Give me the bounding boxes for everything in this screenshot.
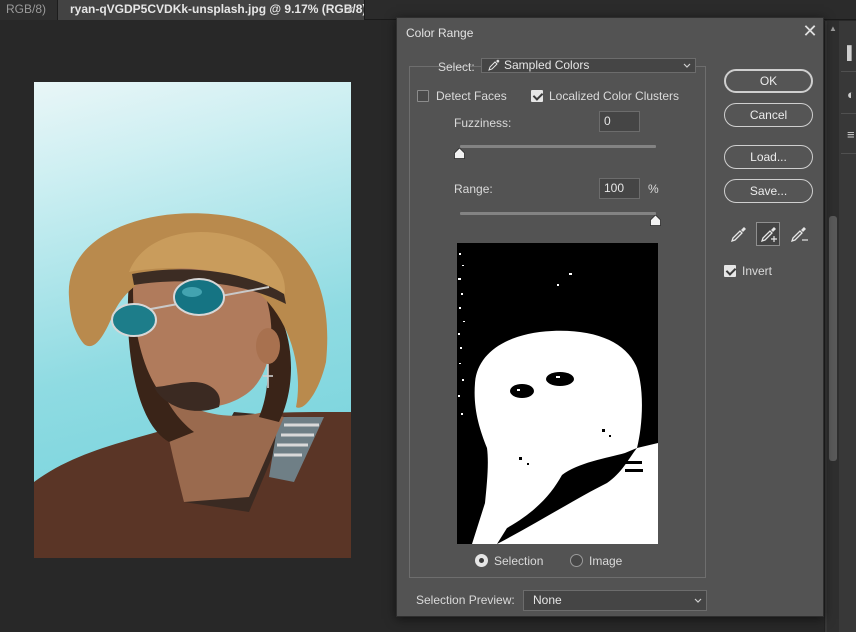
fuzziness-input[interactable]: 0 — [599, 111, 640, 132]
close-tab-icon[interactable]: × — [346, 0, 354, 19]
selection-preview-image[interactable] — [457, 243, 658, 544]
image-radio[interactable] — [570, 554, 583, 567]
localized-color-clusters-label: Localized Color Clusters — [549, 89, 680, 103]
load-button[interactable]: Load... — [724, 145, 813, 169]
color-range-dialog: Color Range ✕ Select: Sampled Colors Det… — [396, 17, 824, 617]
ok-button[interactable]: OK — [724, 69, 813, 93]
selection-preview-value: None — [533, 593, 562, 607]
eyedropper-icon — [488, 59, 500, 71]
document-image[interactable] — [34, 82, 351, 558]
scrollbar-thumb[interactable] — [829, 216, 837, 461]
panel-scrollbar[interactable]: ▲ — [827, 21, 839, 632]
eyedropper-minus-icon[interactable] — [787, 222, 811, 246]
panel-icon[interactable]: ◐ — [847, 83, 856, 107]
save-button[interactable]: Save... — [724, 179, 813, 203]
range-slider-thumb[interactable] — [650, 215, 661, 226]
cancel-button[interactable]: Cancel — [724, 103, 813, 127]
selection-radio[interactable] — [475, 554, 488, 567]
panel-icon[interactable]: ≡ — [847, 123, 856, 147]
fuzziness-label: Fuzziness: — [454, 116, 512, 130]
scroll-up-arrow-icon[interactable]: ▲ — [829, 25, 837, 33]
panel-divider — [841, 71, 856, 72]
eyedropper-plus-icon[interactable] — [756, 222, 780, 246]
range-slider-track[interactable] — [460, 212, 656, 215]
invert-label: Invert — [742, 264, 773, 278]
chevron-down-icon — [683, 63, 691, 68]
dialog-title: Color Range — [406, 26, 474, 40]
mask-preview — [457, 253, 658, 544]
document-tab-active[interactable]: ryan-qVGDP5CVDKk-unsplash.jpg @ 9.17% (R… — [58, 0, 365, 20]
portrait-photo — [34, 213, 351, 558]
close-icon[interactable]: ✕ — [799, 20, 821, 42]
panel-icon[interactable]: ▌ — [847, 41, 856, 65]
selection-radio-label: Selection — [494, 554, 544, 568]
fuzziness-slider-track[interactable] — [460, 145, 656, 148]
chevron-down-icon — [694, 598, 702, 603]
detect-faces-label: Detect Faces — [436, 89, 507, 103]
range-label: Range: — [454, 182, 493, 196]
invert-checkbox[interactable] — [724, 265, 736, 277]
eyedropper-icon[interactable] — [726, 222, 750, 246]
image-radio-label: Image — [589, 554, 623, 568]
document-tab-label: ryan-qVGDP5CVDKk-unsplash.jpg @ 9.17% (R… — [70, 2, 365, 16]
selection-preview-label: Selection Preview: — [416, 593, 515, 607]
range-unit: % — [648, 182, 659, 196]
localized-color-clusters-checkbox[interactable] — [531, 90, 543, 102]
select-value: Sampled Colors — [504, 58, 590, 72]
select-label: Select: — [438, 60, 475, 74]
document-tab-label: RGB/8) — [6, 2, 47, 16]
right-panel-strip: ▲ ▌ ◐ ≡ — [824, 21, 856, 632]
fuzziness-slider-thumb[interactable] — [454, 148, 465, 159]
range-input[interactable]: 100 — [599, 178, 640, 199]
detect-faces-checkbox[interactable] — [417, 90, 429, 102]
selection-preview-dropdown[interactable]: None — [523, 590, 707, 611]
panel-divider — [841, 153, 856, 154]
select-dropdown[interactable]: Sampled Colors — [481, 58, 696, 73]
document-tab-previous[interactable]: RGB/8) — [0, 0, 58, 20]
panel-divider — [841, 113, 856, 114]
